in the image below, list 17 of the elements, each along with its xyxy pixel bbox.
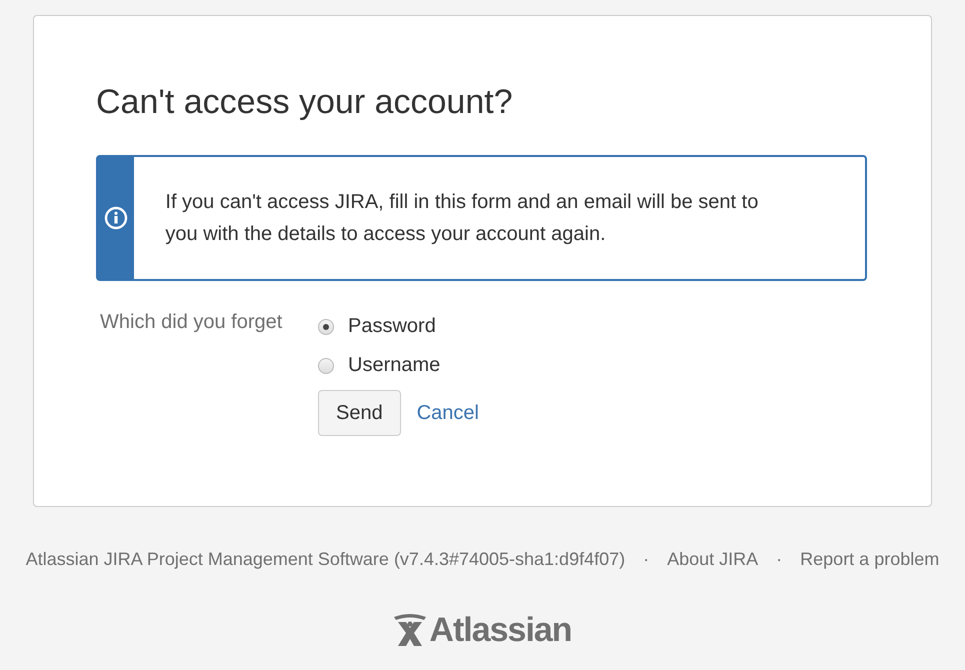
- version-text: Atlassian JIRA Project Management Software (v7.4.3#74005-sha1:d9f4f07): [26, 549, 626, 570]
- separator-dot: ·: [643, 549, 650, 570]
- footer-link[interactable]: Report a problem: [800, 549, 940, 570]
- page-title: Can't access your account?: [96, 82, 514, 122]
- info-icon: [104, 206, 128, 230]
- radio-button[interactable]: [318, 358, 334, 374]
- radio-button[interactable]: [318, 318, 334, 334]
- radio-label[interactable]: Username: [348, 354, 440, 377]
- logo-text: Atlassian: [429, 612, 572, 648]
- cancel-link[interactable]: Cancel: [416, 402, 479, 424]
- radio-label[interactable]: Password: [348, 315, 436, 338]
- send-button[interactable]: Send: [318, 390, 401, 436]
- logo-icon: [393, 613, 428, 647]
- footer-link[interactable]: About JIRA: [667, 549, 758, 570]
- field-label: Which did you forget: [99, 310, 284, 335]
- info-text: If you can't access JIRA, fill in this form and an email will be sent to you with the details to access your account again.: [164, 190, 760, 247]
- separator-dot: ·: [776, 549, 782, 570]
